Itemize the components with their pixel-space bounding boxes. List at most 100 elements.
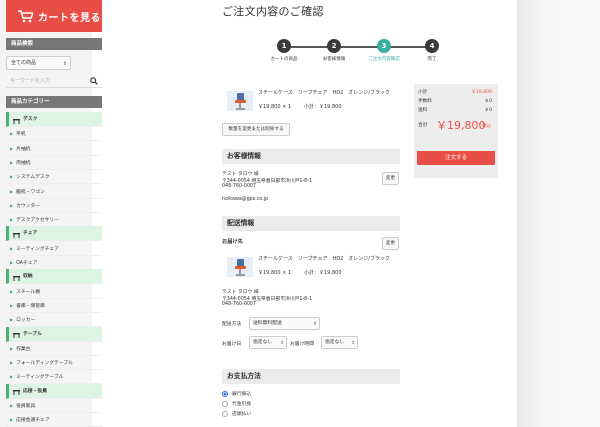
summary-tax-note: 税込 xyxy=(482,121,492,132)
category-label: チェア xyxy=(23,231,38,237)
category-sub-item[interactable]: ▶ カウンター xyxy=(6,198,102,213)
summary-fee-label: 手数料 xyxy=(418,99,432,104)
triangle-right-icon: ▶ xyxy=(10,302,14,308)
chair-image-icon xyxy=(235,259,246,276)
checkout-steps: 1 カートの商品 2 お客様情報 3 ご注文内容確認 4 完了 xyxy=(262,37,447,67)
updown-chevron-icon: ⇕ xyxy=(62,61,67,67)
category-sub-item[interactable]: ▶ ミーティングチェア xyxy=(6,241,102,256)
edit-customer-button[interactable]: 変更 xyxy=(382,172,399,185)
delivery-time-select[interactable]: 指定なし ⇕ xyxy=(321,336,358,349)
summary-subtotal-value: ￥19,800 xyxy=(471,90,492,95)
summary-fee-row: 手数料 ￥0 xyxy=(418,98,494,104)
step-number: 3 xyxy=(377,39,391,53)
step-number: 1 xyxy=(277,39,291,53)
category-sub-item[interactable]: ▶ 平机 xyxy=(6,126,102,142)
category-label: 両袖机 xyxy=(16,160,31,166)
view-cart-label: カートを見る xyxy=(38,12,101,24)
change-quantity-button[interactable]: 数量を変更または削除する xyxy=(222,123,290,136)
category-sub-item[interactable]: ▶ 役員家具 xyxy=(6,398,102,413)
delivery-dest-label: お届け先 xyxy=(222,239,243,245)
product-name: スチールケース リープチェア HD2 オレンジ/ブラック xyxy=(258,90,390,96)
delivery-product-thumbnail xyxy=(227,257,253,277)
payment-option[interactable]: 店頭払い xyxy=(222,410,251,417)
category-sub-item[interactable]: ▶ 脇机・ワゴン xyxy=(6,184,102,199)
step-label: カートの商品 xyxy=(270,57,298,62)
payment-option-label: 銀行振込 xyxy=(232,392,252,397)
search-icon[interactable] xyxy=(90,77,98,85)
delivery-date-select[interactable]: 指定なし ⇕ xyxy=(249,336,287,349)
sidebar: カートを見る 商品検索 全ての商品 ⇕ キーワードを入力 商品カテゴリー デスク… xyxy=(6,0,102,427)
category-sub-item[interactable]: ▶ 応接会議チェア xyxy=(6,412,102,427)
category-main-item[interactable]: チェア xyxy=(6,226,102,242)
category-label: デスクアクセサリー xyxy=(16,218,60,224)
step-label: 完了 xyxy=(427,57,437,62)
radio-button[interactable] xyxy=(222,400,228,407)
category-label: 収納 xyxy=(23,274,33,280)
payment-heading: お支払方法 xyxy=(222,369,400,384)
delivery-time-value: 指定なし xyxy=(325,340,345,345)
customer-address: 〒344-0054 埼玉県春日部市浜川戸1-8-1 xyxy=(222,179,313,184)
category-label: テーブル xyxy=(23,331,42,337)
category-sub-item[interactable]: ▶ 両袖机 xyxy=(6,155,102,170)
category-sub-item[interactable]: ▶ ロッカー xyxy=(6,312,102,328)
category-label: 作業台 xyxy=(16,346,31,352)
payment-option-label: 店頭払い xyxy=(232,412,252,417)
triangle-right-icon: ▶ xyxy=(10,317,14,323)
view-cart-button[interactable]: カートを見る xyxy=(6,0,102,32)
category-sub-item[interactable]: ▶ デスクアクセサリー xyxy=(6,212,102,228)
edit-delivery-button[interactable]: 変更 xyxy=(382,237,399,250)
summary-subtotal-label: 小計 xyxy=(418,90,428,95)
payment-option[interactable]: 銀行振込 xyxy=(222,390,251,397)
delivery-item: スチールケース リープチェア HD2 オレンジ/ブラック ￥19,800 × 1… xyxy=(224,254,399,280)
category-sub-item[interactable]: ▶ フォールディングテーブル xyxy=(6,355,102,371)
radio-button[interactable] xyxy=(222,390,228,397)
category-label: 脇机・ワゴン xyxy=(16,189,45,195)
category-sub-item[interactable]: ▶ 作業台 xyxy=(6,341,102,356)
category-main-item[interactable]: テーブル xyxy=(6,326,102,342)
chair-icon xyxy=(13,230,20,238)
summary-total-value: ￥19,800 xyxy=(436,119,486,132)
category-main-item[interactable]: デスク xyxy=(6,112,102,127)
category-label: ミーティングテーブル xyxy=(16,375,64,381)
step-1: 1 カートの商品 xyxy=(259,37,309,62)
radio-button[interactable] xyxy=(222,410,228,417)
keyword-search-input[interactable]: キーワードを入力 xyxy=(6,74,102,88)
step-number: 2 xyxy=(327,39,341,53)
category-sub-item[interactable]: ▶ ミーティングテーブル xyxy=(6,369,102,385)
delivery-product-name: スチールケース リープチェア HD2 オレンジ/ブラック xyxy=(258,256,390,262)
payment-option[interactable]: 代金引換 xyxy=(222,400,251,407)
category-sub-item[interactable]: ▶ 片袖机 xyxy=(6,141,102,156)
product-subtotal: 小計：￥19,800 xyxy=(304,104,342,110)
triangle-right-icon: ▶ xyxy=(10,145,14,151)
category-label: 書庫・保管庫 xyxy=(16,303,45,309)
updown-chevron-icon: ⇕ xyxy=(280,341,284,346)
summary-fee-value: ￥0 xyxy=(484,99,492,104)
place-order-button[interactable]: 注文する xyxy=(417,151,495,165)
delivery-name: テスト タロウ 様 xyxy=(222,290,259,295)
summary-shipping-label: 送料 xyxy=(418,108,428,113)
category-main-item[interactable]: 収納 xyxy=(6,269,102,285)
triangle-right-icon: ▶ xyxy=(10,174,14,180)
delivery-method-select[interactable]: 送料無料配送 ⇕ xyxy=(249,317,320,330)
category-label: 片袖机 xyxy=(16,146,31,152)
category-select[interactable]: 全ての商品 ⇕ xyxy=(6,56,71,70)
updown-chevron-icon: ⇕ xyxy=(351,341,355,346)
category-select-value: 全ての商品 xyxy=(11,60,37,66)
category-sub-item[interactable]: ▶ スチール棚 xyxy=(6,284,102,299)
tax-note-text: 税込 xyxy=(482,124,492,129)
triangle-right-icon: ▶ xyxy=(10,360,14,366)
step-3: 3 ご注文内容確認 xyxy=(359,37,409,62)
category-heading: 商品カテゴリー xyxy=(6,96,102,108)
chair-image-icon xyxy=(235,93,246,110)
category-sub-item[interactable]: ▶ 書庫・保管庫 xyxy=(6,298,102,313)
delivery-product-price-qty: ￥19,800 × 1 xyxy=(258,270,292,276)
category-main-item[interactable]: 応接・役員 xyxy=(6,383,102,399)
category-sub-item[interactable]: ▶ OAチェア xyxy=(6,255,102,270)
delivery-time-label: お届け時間 xyxy=(290,342,314,347)
delivery-address: 〒344-0054 埼玉県春日部市浜川戸1-8-1 xyxy=(222,297,313,302)
category-label: 応接会議チェア xyxy=(16,418,50,424)
category-label: 平机 xyxy=(16,132,26,138)
category-sub-item[interactable]: ▶ システムデスク xyxy=(6,169,102,185)
product-search-heading: 商品検索 xyxy=(6,38,102,50)
delivery-phone: 048-760-0007 xyxy=(222,302,256,307)
